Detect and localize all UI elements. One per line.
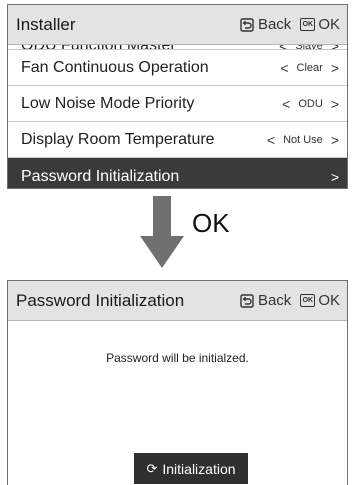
- chevron-right-icon[interactable]: >: [331, 133, 339, 147]
- installer-header: Installer Back OK OK: [8, 5, 347, 45]
- menu-item-value: < ODU >: [282, 97, 339, 111]
- initialization-button[interactable]: ⟳ Initialization: [134, 453, 248, 484]
- chevron-left-icon[interactable]: <: [267, 133, 275, 147]
- password-title: Password Initialization: [16, 290, 185, 310]
- password-dialog-body: Password will be initialzed. ⟳ Initializ…: [8, 321, 347, 485]
- ok-label: OK: [318, 292, 340, 309]
- installer-screen: Installer Back OK OK ODU Function Master: [7, 4, 348, 189]
- chevron-left-icon[interactable]: <: [280, 61, 288, 75]
- menu-item-value-text: Clear: [296, 61, 323, 74]
- ok-key-icon: OK: [300, 18, 316, 31]
- password-initialization-screen: Password Initialization Back OK OK Passw…: [7, 280, 348, 485]
- chevron-right-icon[interactable]: >: [331, 97, 339, 111]
- back-label: Back: [257, 292, 292, 309]
- ok-key-icon: OK: [300, 294, 316, 307]
- menu-item-fan-continuous-operation[interactable]: Fan Continuous Operation < Clear >: [8, 50, 347, 86]
- down-arrow-icon: [140, 196, 184, 268]
- ok-label: OK: [318, 16, 340, 33]
- chevron-right-icon[interactable]: >: [331, 61, 339, 75]
- back-arrow-icon: [240, 17, 254, 32]
- transition-label: OK: [192, 208, 230, 238]
- menu-item-value: < Not Use >: [267, 133, 339, 147]
- ok-button[interactable]: OK OK: [300, 16, 340, 33]
- installer-title: Installer: [16, 14, 76, 34]
- chevron-right-icon: >: [330, 168, 339, 185]
- refresh-icon: ⟳: [146, 461, 158, 476]
- initialization-button-label: Initialization: [162, 460, 236, 477]
- back-arrow-icon: [240, 293, 254, 308]
- menu-item-value: >: [331, 170, 339, 184]
- menu-item-value-text: ODU: [298, 97, 323, 110]
- password-message: Password will be initialzed.: [106, 351, 249, 365]
- menu-item-display-room-temperature[interactable]: Display Room Temperature < Not Use >: [8, 122, 347, 158]
- back-button[interactable]: Back: [240, 292, 291, 309]
- menu-item-label: Fan Continuous Operation: [21, 58, 209, 76]
- menu-item-label: Display Room Temperature: [21, 130, 215, 148]
- ok-button[interactable]: OK OK: [300, 292, 340, 309]
- menu-item-value-text: Not Use: [283, 133, 323, 146]
- menu-item-label: Password Initialization: [21, 167, 180, 185]
- menu-item-password-initialization[interactable]: Password Initialization >: [8, 158, 347, 188]
- chevron-left-icon[interactable]: <: [282, 97, 290, 111]
- menu-item-low-noise-mode-priority[interactable]: Low Noise Mode Priority < ODU >: [8, 86, 347, 122]
- menu-item-label: Low Noise Mode Priority: [21, 94, 195, 112]
- password-header: Password Initialization Back OK OK: [8, 281, 347, 321]
- installer-menu-list: ODU Function Master < Slave > Fan Contin…: [8, 34, 347, 188]
- password-header-actions: Back OK OK: [240, 292, 340, 309]
- menu-item-value: < Clear >: [280, 61, 339, 75]
- installer-header-actions: Back OK OK: [240, 16, 340, 33]
- back-label: Back: [257, 16, 292, 33]
- back-button[interactable]: Back: [240, 16, 291, 33]
- transition-indicator: OK: [140, 196, 260, 270]
